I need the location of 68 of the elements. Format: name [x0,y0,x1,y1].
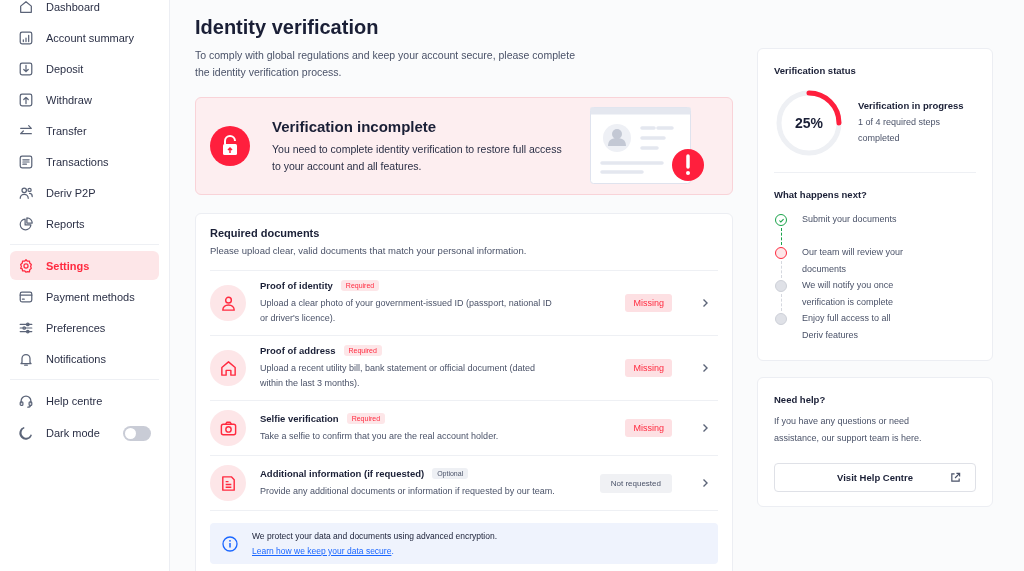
step-label: Submit your documents [802,213,898,226]
sidebar-item[interactable]: Transfer [10,116,159,145]
gear-icon [18,257,34,274]
home-icon [18,0,34,15]
notice-text: We protect your data and documents using advanced encryption. [252,531,498,541]
page-title: Identity verification [195,16,380,39]
sidebar-item[interactable]: Dashboard [10,0,159,21]
section-title: Required documents [210,227,321,239]
people-icon [18,184,34,201]
help-text: If you have any questions or need assistance, our support team is here. [774,415,923,445]
step-label: Our team will review your documents [802,246,905,276]
step-label: We will notify you once verification is complete [802,279,895,309]
dark-mode-toggle[interactable] [123,425,151,441]
banner-text: You need to complete identity verification to restore full access to your account and all features. [272,141,563,174]
progress-heading: Verification in progress [858,100,965,111]
sidebar-item[interactable]: Deposit [10,54,159,83]
pie-icon [18,215,34,232]
house-icon [210,350,246,386]
panel-title: Need help? [774,394,827,405]
progress-ring [774,88,844,158]
document-title: Selfie verification [260,412,339,424]
sidebar-item[interactable]: Withdraw [10,85,159,114]
person-icon [210,285,246,321]
banner-title: Verification incomplete [272,117,438,135]
status-badge: Missing [625,359,672,377]
sidebar-item[interactable]: Payment methods [10,282,159,311]
document-description: Provide any additional documents or information if requested by our team. [260,484,556,498]
chevron-right-icon[interactable] [700,363,710,373]
chevron-right-icon[interactable] [700,298,710,308]
status-badge: Missing [625,419,672,437]
steps-title: What happens next? [774,189,868,200]
status-badge: Not requested [599,473,672,493]
list-icon [18,153,34,170]
sidebar-item[interactable]: Transactions [10,147,159,176]
document-description: Take a selfie to confirm that you are the real account holder. [260,429,500,443]
down-icon [18,60,34,77]
sidebar-item[interactable]: Preferences [10,313,159,342]
document-description: Upload a recent utility bill, bank statement or official document (dated within the last 3 months). [260,362,536,390]
chevron-right-icon[interactable] [700,478,710,488]
progress-detail: 1 of 4 required steps completed [858,116,942,145]
document-description: Upload a clear photo of your government-issued ID (passport, national ID or driver's licence). [260,297,553,325]
camera-icon [210,410,246,446]
panel-title: Verification status [774,65,857,76]
sidebar-item[interactable]: Deriv P2P [10,178,159,207]
document-title: Proof of identity [260,280,333,291]
document-title: Proof of address [260,345,336,356]
document-title: Additional information (if requested) [260,467,425,479]
chart-icon [18,29,34,46]
info-icon [222,535,238,552]
card-icon [18,288,34,305]
sidebar-item[interactable]: Reports [10,209,159,238]
chevron-right-icon[interactable] [700,423,710,433]
progress-percent: 25% [795,116,823,130]
moon-icon [18,425,34,441]
step-label: Enjoy full access to all Deriv features [802,312,892,342]
dark-mode-label: Dark mode [46,427,100,439]
sidebar-item[interactable]: Account summary [10,23,159,52]
document-icon [210,465,246,501]
notice-link-line: Learn how we keep your data secure. [252,546,395,556]
status-badge: Missing [625,294,672,312]
lock-icon [210,126,250,166]
up-icon [18,91,34,108]
external-link-icon [950,472,961,483]
sidebar-item[interactable]: Notifications [10,344,159,373]
section-subtitle: Please upload clear, valid documents that match your personal information. [210,245,718,271]
sidebar-item[interactable]: Help centre [10,386,159,415]
page-subtitle: To comply with global regulations and keep your account secure, please complete the identity verification process. [195,48,575,80]
help-centre-button[interactable]: Visit Help Centre [774,463,976,492]
